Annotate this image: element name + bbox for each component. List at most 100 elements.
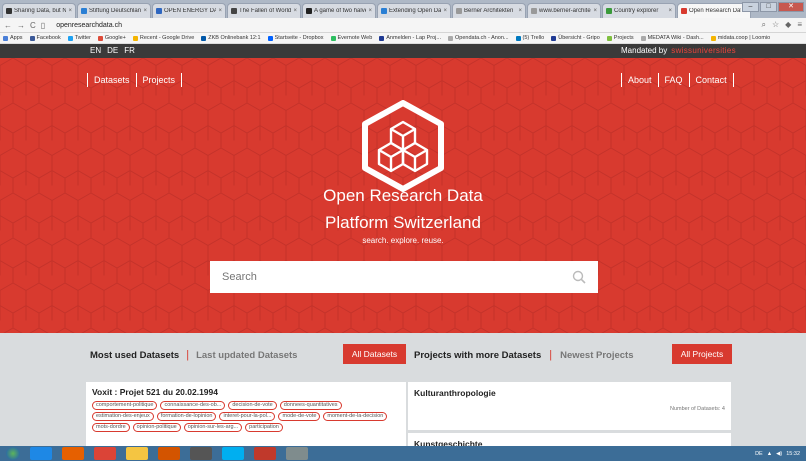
chrome-icon[interactable] [94, 447, 116, 460]
minimize-button[interactable]: – [742, 2, 759, 12]
nav-about[interactable]: About [621, 73, 658, 87]
network-icon[interactable]: ▲ [767, 451, 772, 457]
dataset-tag[interactable]: donnees-quantitatives [279, 401, 342, 410]
browser-tab[interactable]: Country explorer × [602, 3, 676, 18]
window-controls: – □ ✕ [742, 2, 804, 12]
bookmark-item[interactable]: Apps [3, 35, 23, 41]
bookmark-item[interactable]: Facebook [29, 35, 61, 41]
outlook-icon[interactable] [158, 447, 180, 460]
all-projects-button[interactable]: All Projects [672, 344, 732, 364]
tab-projects-more-datasets[interactable]: Projects with more Datasets [414, 350, 541, 361]
lang-en[interactable]: EN [90, 46, 101, 55]
dataset-tag[interactable]: interet-pour-la-pol... [219, 412, 276, 421]
bookmark-item[interactable]: Opendata.ch - Anon... [448, 35, 509, 41]
firefox-icon[interactable] [62, 447, 84, 460]
bookmark-item[interactable]: Google+ [97, 35, 126, 41]
dataset-tag[interactable]: decision-de-vote [228, 401, 277, 410]
favicon-icon [456, 8, 462, 14]
tab-separator: | [186, 349, 190, 361]
browser-tab[interactable]: Berner Architekten Tr × [452, 3, 526, 18]
dataset-tag[interactable]: moment-de-la-decision [323, 412, 388, 421]
dataset-card[interactable]: Voxit : Projet 521 du 20.02.1994 comport… [86, 382, 406, 454]
project-card[interactable]: Kulturanthropologie Number of Datasets: … [408, 382, 731, 430]
project-title[interactable]: Kulturanthropologie [414, 388, 725, 398]
address-bar: ← → C ▯ openresearchdata.ch ⌕ ☆ ◆ ≡ [0, 18, 806, 33]
browser-tab[interactable]: Open Research Data P× [677, 3, 751, 18]
clock[interactable]: 15:32 [786, 451, 800, 457]
bookmark-item[interactable]: ZKB Onlinebank 12:1 [201, 35, 261, 41]
settings-icon[interactable] [190, 447, 212, 460]
ie-icon[interactable] [30, 447, 52, 460]
browser-tab[interactable]: Stiftung Deutschland × [77, 3, 151, 18]
browser-tab[interactable]: Extending Open Data × [377, 3, 451, 18]
search-icon[interactable] [572, 270, 586, 284]
hero-section: Datasets Projects About FAQ Contact Open… [0, 58, 806, 333]
bookmark-item[interactable]: MEDATA Wiki - Dash... [640, 35, 704, 41]
menu-icon[interactable]: ≡ [797, 20, 802, 30]
close-tab-icon[interactable]: × [593, 8, 597, 14]
browser-tab[interactable]: A game of two halves × [302, 3, 376, 18]
powerpoint-icon[interactable] [254, 447, 276, 460]
close-tab-icon[interactable]: × [68, 8, 72, 14]
app-icon[interactable] [286, 447, 308, 460]
folder-icon[interactable] [126, 447, 148, 460]
search-input[interactable] [222, 271, 572, 283]
dataset-title[interactable]: Voxit : Projet 521 du 20.02.1994 [92, 387, 400, 397]
browser-tab[interactable]: The Fallen of World W× [227, 3, 301, 18]
browser-tab[interactable]: Sharing Data, but No × [2, 3, 76, 18]
bookmark-item[interactable]: Übersicht - Gripo [551, 35, 600, 41]
bookmark-item[interactable]: Startseite - Dropbox [267, 35, 324, 41]
close-tab-icon[interactable]: × [668, 8, 672, 14]
browser-tab[interactable]: OPEN ENERGY DATA× [152, 3, 226, 18]
dataset-tag[interactable]: mots-dordre [92, 423, 130, 432]
input-language[interactable]: DE [755, 451, 763, 457]
dataset-tag[interactable]: formation-de-lopinion [156, 412, 217, 421]
bookmark-item[interactable]: midata.coop | Loomio [710, 35, 770, 41]
bookmark-item[interactable]: Anmelden - Lap Proj... [379, 35, 441, 41]
reload-icon[interactable]: C [30, 21, 36, 30]
nav-projects[interactable]: Projects [135, 73, 183, 87]
swissuniversities-logo[interactable]: swissuniversities [671, 46, 736, 55]
dataset-tag[interactable]: opinion-sur-les-arg... [183, 423, 243, 432]
nav-contact[interactable]: Contact [688, 73, 734, 87]
zoom-icon[interactable]: ⌕ [762, 20, 766, 30]
bookmark-item[interactable]: Recent - Google Drive [132, 35, 194, 41]
back-icon[interactable]: ← [4, 21, 12, 30]
close-tab-icon[interactable]: × [518, 8, 522, 14]
bookmark-item[interactable]: (5) Trello [515, 35, 544, 41]
bookmark-favicon-icon [132, 35, 138, 41]
dataset-tag[interactable]: estimation-des-enjeux [92, 412, 154, 421]
start-button-icon[interactable] [6, 447, 20, 460]
extension-icon[interactable]: ◆ [785, 20, 791, 30]
dataset-tag[interactable]: participation [245, 423, 283, 432]
tab-newest-projects[interactable]: Newest Projects [560, 350, 633, 361]
dataset-tag[interactable]: connaissance-des-ob... [160, 401, 226, 410]
nav-faq[interactable]: FAQ [657, 73, 689, 87]
browser-tab[interactable]: www.berner-architekt × [527, 3, 601, 18]
dataset-tag[interactable]: opinion-politique [132, 423, 181, 432]
close-tab-icon[interactable]: × [218, 8, 222, 14]
lang-fr[interactable]: FR [124, 46, 135, 55]
close-tab-icon[interactable]: × [443, 8, 447, 14]
tab-last-updated-datasets[interactable]: Last updated Datasets [196, 350, 297, 361]
close-tab-icon[interactable]: × [293, 8, 297, 14]
maximize-button[interactable]: □ [760, 2, 777, 12]
close-tab-icon[interactable]: × [143, 8, 147, 14]
tab-most-used-datasets[interactable]: Most used Datasets [90, 350, 179, 361]
url-field[interactable]: openresearchdata.ch [56, 22, 122, 29]
skype-icon[interactable] [222, 447, 244, 460]
cubes-logo-icon[interactable] [361, 100, 445, 192]
all-datasets-button[interactable]: All Datasets [343, 344, 406, 364]
close-tab-icon[interactable]: × [368, 8, 372, 14]
lang-de[interactable]: DE [107, 46, 118, 55]
bookmark-star-icon[interactable]: ☆ [772, 20, 779, 30]
forward-icon[interactable]: → [17, 21, 25, 30]
bookmark-item[interactable]: Projects [606, 35, 634, 41]
bookmark-item[interactable]: Twitter [67, 35, 91, 41]
dataset-tag[interactable]: mode-de-vote [278, 412, 321, 421]
dataset-tag[interactable]: comportement-politique [92, 401, 158, 410]
bookmark-item[interactable]: Evernote Web [330, 35, 372, 41]
close-window-button[interactable]: ✕ [778, 2, 804, 12]
volume-icon[interactable]: ◀) [776, 451, 782, 457]
nav-datasets[interactable]: Datasets [87, 73, 136, 87]
